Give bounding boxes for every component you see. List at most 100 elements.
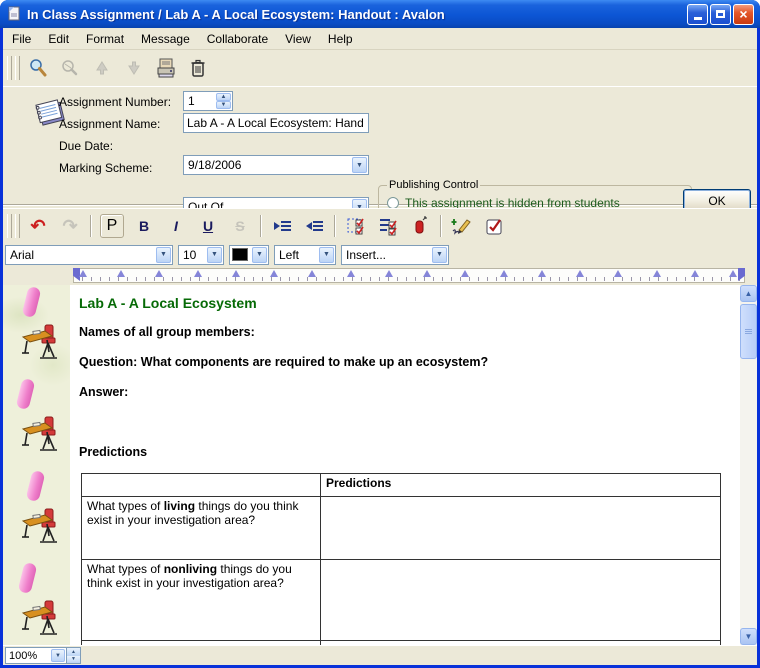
dropdown-arrow-icon[interactable]: ▼ xyxy=(51,649,65,662)
scroll-down-button[interactable]: ▼ xyxy=(740,628,757,645)
redo-button[interactable]: ↷ xyxy=(56,213,84,239)
italic-button[interactable]: I xyxy=(162,213,190,239)
checkbox-select-button[interactable] xyxy=(342,213,370,239)
indent-decrease-icon xyxy=(306,221,323,231)
search-button[interactable] xyxy=(24,55,52,81)
tab-stop-marker[interactable] xyxy=(79,270,87,277)
paragraph-answer: Answer: xyxy=(79,385,723,399)
tab-stop-marker[interactable] xyxy=(653,270,661,277)
question-text: What types of xyxy=(87,499,164,513)
menu-message[interactable]: Message xyxy=(141,32,190,46)
dropdown-arrow-icon[interactable]: ▼ xyxy=(352,157,367,173)
zoom-spinner[interactable]: ▲ ▼ xyxy=(67,647,81,664)
answer-cell[interactable] xyxy=(321,560,721,641)
menu-file[interactable]: File xyxy=(12,32,31,46)
paragraph-style-button[interactable]: P xyxy=(98,213,126,239)
tab-stop-marker[interactable] xyxy=(729,270,737,277)
approve-button[interactable] xyxy=(480,213,508,239)
dropdown-arrow-icon[interactable]: ▼ xyxy=(432,247,447,263)
minimize-icon xyxy=(694,17,702,20)
alignment-dropdown[interactable]: Left ▼ xyxy=(274,245,336,265)
close-button[interactable]: × xyxy=(733,4,754,25)
tab-stop-marker[interactable] xyxy=(423,270,431,277)
tab-stop-marker[interactable] xyxy=(691,270,699,277)
status-bar: 100% ▼ ▲ ▼ xyxy=(3,645,757,665)
signature-button[interactable] xyxy=(448,213,476,239)
paragraph-icon: P xyxy=(100,214,124,238)
toolbar-separator xyxy=(260,215,262,237)
toolbar-separator xyxy=(440,215,442,237)
tab-stop-marker[interactable] xyxy=(270,270,278,277)
menu-help[interactable]: Help xyxy=(328,32,353,46)
tab-stop-marker[interactable] xyxy=(461,270,469,277)
maximize-button[interactable] xyxy=(710,4,731,25)
tab-stop-marker[interactable] xyxy=(117,270,125,277)
school-desk-icon xyxy=(21,599,59,639)
bold-button[interactable]: B xyxy=(130,213,158,239)
tab-stop-marker[interactable] xyxy=(614,270,622,277)
format-toolbar-grip[interactable] xyxy=(7,214,12,238)
bold-icon: B xyxy=(139,218,149,234)
scrollbar-thumb[interactable] xyxy=(740,304,757,359)
delete-button[interactable] xyxy=(184,55,212,81)
format-toolbar-grip2 xyxy=(15,214,20,238)
undo-button[interactable]: ↶ xyxy=(24,213,52,239)
font-family-dropdown[interactable]: Arial ▼ xyxy=(5,245,173,265)
spinner-up-icon[interactable]: ▲ xyxy=(216,93,231,101)
menu-collaborate[interactable]: Collaborate xyxy=(207,32,268,46)
checkbox-select-icon xyxy=(346,216,366,236)
assignment-number-spinner[interactable]: ▲ ▼ xyxy=(216,93,231,109)
strikethrough-button[interactable]: S xyxy=(226,213,254,239)
checklist-button[interactable] xyxy=(374,213,402,239)
dropdown-arrow-icon[interactable]: ▼ xyxy=(319,247,334,263)
answer-cell[interactable] xyxy=(321,497,721,560)
tab-stop-marker[interactable] xyxy=(194,270,202,277)
document-editor[interactable]: Lab A - A Local Ecosystem Names of all g… xyxy=(3,285,740,645)
spinner-down-icon[interactable]: ▼ xyxy=(67,656,80,664)
marking-scheme-label: Marking Scheme: xyxy=(59,161,152,175)
menu-view[interactable]: View xyxy=(285,32,311,46)
zoom-level-dropdown[interactable]: 100% ▼ xyxy=(5,647,67,664)
pencil-plus-icon xyxy=(451,216,473,236)
tab-stop-marker[interactable] xyxy=(576,270,584,277)
assignment-name-input[interactable] xyxy=(183,113,369,133)
font-size-dropdown[interactable]: 10 ▼ xyxy=(178,245,224,265)
insert-value: Insert... xyxy=(346,248,386,262)
tab-stop-marker[interactable] xyxy=(385,270,393,277)
find-again-button[interactable] xyxy=(56,55,84,81)
question-cell: What types of living things do you think… xyxy=(82,497,321,560)
toolbar-grip[interactable] xyxy=(7,56,12,80)
title-bar[interactable]: In Class Assignment / Lab A - A Local Ec… xyxy=(0,0,760,28)
print-button[interactable] xyxy=(152,55,180,81)
insert-dropdown[interactable]: Insert... ▼ xyxy=(341,245,449,265)
previous-button[interactable] xyxy=(88,55,116,81)
tab-stop-marker[interactable] xyxy=(155,270,163,277)
tab-stop-marker[interactable] xyxy=(308,270,316,277)
dropdown-arrow-icon[interactable]: ▼ xyxy=(252,247,267,263)
document-content[interactable]: Lab A - A Local Ecosystem Names of all g… xyxy=(70,285,723,645)
find-again-icon xyxy=(60,58,80,78)
next-button[interactable] xyxy=(120,55,148,81)
tab-stop-marker[interactable] xyxy=(347,270,355,277)
scroll-up-button[interactable]: ▲ xyxy=(740,285,757,302)
indent-increase-button[interactable] xyxy=(268,213,296,239)
question-text: What types of xyxy=(87,562,164,576)
indent-decrease-button[interactable] xyxy=(300,213,328,239)
tab-stop-marker[interactable] xyxy=(538,270,546,277)
tab-stop-marker[interactable] xyxy=(500,270,508,277)
spinner-up-icon[interactable]: ▲ xyxy=(67,648,80,656)
due-date-dropdown[interactable]: 9/18/2006 ▼ xyxy=(183,155,369,175)
assignment-number-field[interactable]: 1 ▲ ▼ xyxy=(183,91,233,111)
tab-stop-marker[interactable] xyxy=(232,270,240,277)
menu-format[interactable]: Format xyxy=(86,32,124,46)
dropdown-arrow-icon[interactable]: ▼ xyxy=(156,247,171,263)
due-date-value: 9/18/2006 xyxy=(188,158,241,172)
vertical-scrollbar[interactable]: ▲ ▼ xyxy=(740,285,757,645)
minimize-button[interactable] xyxy=(687,4,708,25)
menu-edit[interactable]: Edit xyxy=(48,32,69,46)
font-color-dropdown[interactable]: ▼ xyxy=(229,245,269,265)
underline-button[interactable]: U xyxy=(194,213,222,239)
spinner-down-icon[interactable]: ▼ xyxy=(216,101,231,109)
dropdown-arrow-icon[interactable]: ▼ xyxy=(207,247,222,263)
marker-button[interactable] xyxy=(406,213,434,239)
